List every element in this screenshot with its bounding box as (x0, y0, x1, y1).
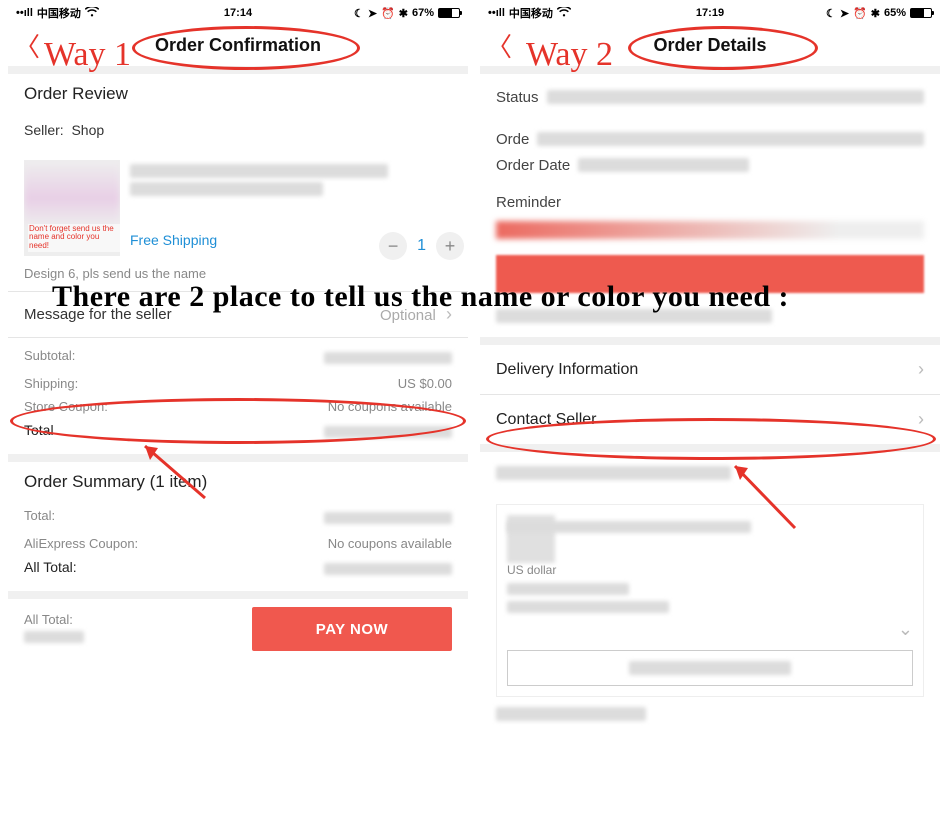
clock: 17:19 (696, 7, 724, 19)
bluetooth-icon: ✱ (399, 7, 408, 20)
message-hint: Optional (380, 307, 436, 324)
signal-icon: ••ıll (488, 7, 505, 19)
redacted-text (496, 309, 772, 323)
battery-percent: 65% (884, 7, 906, 19)
total-label: Total (24, 422, 54, 442)
summary-all-total-label: All Total: (24, 559, 77, 579)
order-meta-section: Status Orde Order Date Reminder (480, 74, 940, 221)
chevron-right-icon: › (918, 359, 924, 380)
phone-way1: ••ıll 中国移动 17:14 ☾ ➤ ⏰ ✱ 67% 〈 Order Con… (8, 2, 468, 659)
shipping-label: Shipping: (24, 376, 78, 391)
store-coupon-label: Store Coupon: (24, 399, 108, 414)
order-summary-section: Order Summary (1 item) (8, 462, 468, 504)
order-date-label: Order Date (496, 157, 570, 174)
carrier-label: 中国移动 (37, 5, 81, 21)
product-row: Don't forget send us the name and color … (8, 150, 468, 260)
redacted-text (24, 631, 84, 643)
wifi-icon (557, 7, 571, 20)
delivery-information-row[interactable]: Delivery Information › (480, 345, 940, 394)
redacted-text (324, 512, 452, 524)
summary-ali-coupon-value[interactable]: No coupons available (328, 536, 452, 551)
signal-icon: ••ıll (16, 7, 33, 19)
seller-label: Seller: (24, 122, 64, 138)
shipping-value: US $0.00 (398, 376, 452, 391)
redacted-text (130, 182, 323, 196)
redacted-red-bar (496, 255, 924, 293)
redacted-text (547, 90, 924, 104)
delivery-label: Delivery Information (496, 361, 638, 379)
contact-seller-label: Contact Seller (496, 411, 597, 429)
redacted-text (130, 164, 388, 178)
redacted-text (507, 583, 629, 595)
store-coupon-value[interactable]: No coupons available (328, 399, 452, 414)
redacted-text (324, 563, 452, 575)
carrier-label: 中国移动 (509, 5, 553, 21)
status-bar: ••ıll 中国移动 17:14 ☾ ➤ ⏰ ✱ 67% (8, 2, 468, 24)
message-label: Message for the seller (24, 306, 172, 323)
location-icon: ➤ (840, 7, 849, 20)
battery-icon (438, 8, 460, 18)
clock: 17:14 (224, 7, 252, 19)
free-shipping-label: Free Shipping (130, 232, 452, 248)
wifi-icon (85, 7, 99, 20)
back-chevron-icon[interactable]: 〈 (480, 27, 512, 64)
alarm-icon: ⏰ (853, 7, 867, 20)
order-review-section: Order Review Seller: Shop (8, 74, 468, 150)
redacted-text (578, 158, 749, 172)
contact-seller-row[interactable]: Contact Seller › (480, 395, 940, 444)
bar-all-total-label: All Total: (24, 612, 240, 627)
subtotal-label: Subtotal: (24, 348, 75, 368)
pay-now-button[interactable]: PAY NOW (252, 607, 452, 651)
outline-button[interactable] (507, 650, 913, 686)
redacted-text (324, 426, 452, 438)
redacted-text (324, 352, 452, 364)
order-summary-heading: Order Summary (1 item) (24, 472, 452, 492)
currency-label: US dollar (507, 563, 913, 577)
order-review-heading: Order Review (24, 84, 452, 104)
status-bar: ••ıll 中国移动 17:19 ☾ ➤ ⏰ ✱ 65% (480, 2, 940, 24)
reminder-label: Reminder (496, 194, 561, 211)
chevron-right-icon: › (446, 304, 452, 324)
summary-ali-coupon-label: AliExpress Coupon: (24, 536, 138, 551)
message-for-seller-row[interactable]: Message for the seller Optional › (8, 292, 468, 337)
pay-bar: All Total: PAY NOW (8, 599, 468, 659)
battery-percent: 67% (412, 7, 434, 19)
back-chevron-icon[interactable]: 〈 (8, 27, 40, 64)
chevron-right-icon: › (918, 409, 924, 430)
order-id-label: Orde (496, 131, 529, 148)
status-label: Status (496, 89, 539, 106)
battery-icon (910, 8, 932, 18)
variant-note: Design 6, pls send us the name (8, 260, 468, 291)
summary-total-label: Total: (24, 508, 55, 528)
redacted-gradient (496, 221, 924, 239)
alarm-icon: ⏰ (381, 7, 395, 20)
redacted-text (537, 132, 924, 146)
seller-name: Shop (71, 122, 104, 138)
dnd-icon: ☾ (354, 7, 364, 20)
annotation-way1: Way 1 (44, 36, 131, 74)
redacted-text (496, 466, 731, 480)
redacted-text (507, 521, 751, 533)
chevron-down-icon[interactable]: ⌄ (898, 619, 913, 640)
page-title: Order Confirmation (155, 35, 321, 56)
product-card: US dollar ⌄ (496, 504, 924, 697)
location-icon: ➤ (368, 7, 377, 20)
bluetooth-icon: ✱ (871, 7, 880, 20)
product-thumbnail[interactable]: Don't forget send us the name and color … (24, 160, 120, 256)
annotation-way2: Way 2 (526, 36, 613, 74)
redacted-text (629, 661, 791, 675)
page-title: Order Details (653, 35, 766, 56)
dnd-icon: ☾ (826, 7, 836, 20)
redacted-text (507, 601, 669, 613)
phone-way2: ••ıll 中国移动 17:19 ☾ ➤ ⏰ ✱ 65% 〈 Order Det… (480, 2, 940, 735)
redacted-text (496, 707, 646, 721)
